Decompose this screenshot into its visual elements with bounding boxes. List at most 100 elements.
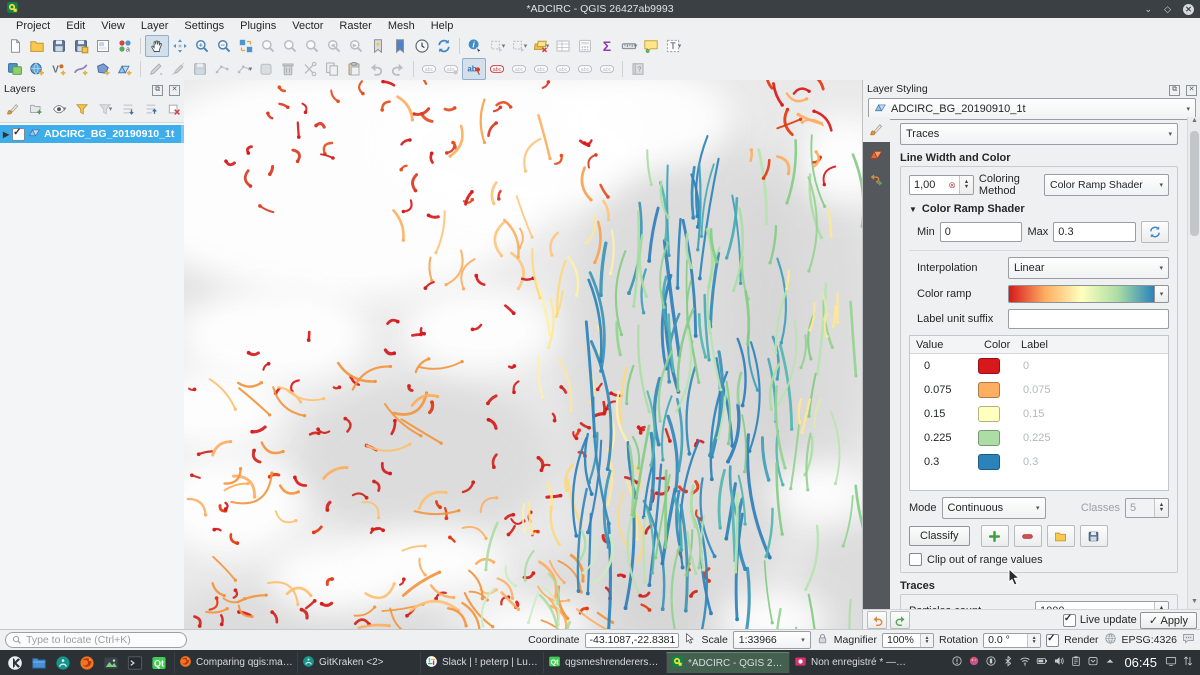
menu-plugins[interactable]: Plugins [232,19,284,33]
clipboard-icon[interactable] [1070,655,1082,670]
select-features-icon[interactable]: ▾ [486,36,508,56]
statistics-icon[interactable]: Σ [596,36,618,56]
ramp-table-row[interactable]: 0.30.3 [910,450,1168,474]
messages-icon[interactable] [1182,632,1195,648]
undock-panel-icon[interactable]: ⧉ [152,85,163,96]
undo-style-button[interactable] [867,611,887,629]
menu-raster[interactable]: Raster [331,19,379,33]
toggle-extents-icon[interactable] [684,632,697,648]
layer-tree-item[interactable]: ▶ ADCIRC_BG_20190910_1t [0,125,184,143]
zoom-native-icon[interactable] [235,36,257,56]
task-button[interactable]: Non enregistré * — Sp... [789,652,912,673]
save-project-as-icon[interactable] [70,36,92,56]
add-vector-layer-icon[interactable] [26,59,48,79]
task-button[interactable]: GitKraken <2> [297,652,420,673]
open-project-icon[interactable] [26,36,48,56]
map-tips-icon[interactable] [640,36,662,56]
task-button[interactable]: Slack | ! peterp | Lutr... [420,652,543,673]
undock-styling-icon[interactable]: ⧉ [1169,85,1180,96]
save-project-icon[interactable] [48,36,70,56]
zoom-next-icon[interactable]: ▸ [345,36,367,56]
kdeconnect-icon[interactable] [985,655,997,670]
network-icon[interactable] [1019,655,1031,670]
undo-icon[interactable] [365,59,387,79]
crs-globe-icon[interactable] [1104,632,1117,648]
ramp-table-row[interactable]: 0.150.15 [910,402,1168,426]
collapse-all-icon[interactable] [140,99,162,119]
task-button[interactable]: Qtqgsmeshrenderersetti... [543,652,666,673]
toggle-labels-icon[interactable]: abc [486,59,508,79]
modify-attributes-icon[interactable] [255,59,277,79]
highlight-pinned-labels-icon[interactable]: ab [462,58,486,80]
label-unit-suffix-input[interactable] [1008,309,1169,329]
zoom-to-selection-icon[interactable] [279,36,301,56]
terminal-launcher-icon[interactable] [125,652,145,673]
remove-layer-icon[interactable] [163,99,185,119]
move-label-icon[interactable]: abc [552,59,574,79]
zoom-to-layer-icon[interactable] [301,36,323,56]
scrollbar-thumb[interactable] [1190,131,1199,236]
ramp-table-row[interactable]: 00 [910,354,1168,378]
expand-all-icon[interactable] [117,99,139,119]
menu-edit[interactable]: Edit [58,19,93,33]
menu-project[interactable]: Project [8,19,58,33]
close-panel-icon[interactable]: ✕ [169,85,180,96]
mode-combo[interactable]: Continuous ▾ [942,497,1046,519]
filter-by-expression-icon[interactable]: ▾ [94,99,116,119]
map-canvas[interactable] [184,80,862,630]
ramp-table-row[interactable]: 0.2250.225 [910,426,1168,450]
line-width-input[interactable]: 1,00 ⊗ ▲▼ [909,175,974,195]
close-icon[interactable]: ✕ [1183,4,1194,15]
pan-to-selection-icon[interactable] [169,36,191,56]
scale-combo[interactable]: 1:33966▾ [733,631,811,649]
locator-search-input[interactable]: Type to locate (Ctrl+K) [5,632,187,648]
clip-out-of-range-checkbox[interactable] [909,553,922,566]
save-color-map-icon[interactable] [1080,525,1108,547]
new-print-layout-icon[interactable] [92,36,114,56]
ramp-items-table[interactable]: Value Color Label 000.0750.0750.150.150.… [909,335,1169,491]
open-layer-styling-icon[interactable] [2,99,24,119]
ramp-dropdown-icon[interactable]: ▾ [1155,285,1169,303]
menu-mesh[interactable]: Mesh [380,19,423,33]
show-bookmarks-icon[interactable] [389,36,411,56]
coordinate-input[interactable]: -43.1087,-22.8381 [585,633,679,648]
show-hide-labels-icon[interactable]: abc [530,59,552,79]
expand-arrow-icon[interactable]: ▶ [3,130,9,139]
tab-history[interactable] [863,167,890,192]
add-group-icon[interactable] [25,99,47,119]
layer-visibility-checkbox[interactable] [12,128,25,141]
add-class-icon[interactable] [981,525,1009,547]
add-mesh-layer-icon[interactable] [114,59,136,79]
classify-button[interactable]: Classify [909,526,970,546]
layer-labeling-icon[interactable]: abc [418,59,440,79]
manage-map-themes-icon[interactable]: ▾ [48,99,70,119]
max-input[interactable]: 0.3 [1053,222,1136,242]
color-swatch[interactable] [978,382,1000,398]
ramp-shader-header[interactable]: ▼ Color Ramp Shader [909,203,1169,215]
reload-minmax-button[interactable] [1141,221,1169,243]
task-button[interactable]: Comparing qgis:mast... [174,652,297,673]
field-calculator-icon[interactable] [574,36,596,56]
menu-vector[interactable]: Vector [284,19,331,33]
menu-settings[interactable]: Settings [176,19,232,33]
color-swatch[interactable] [978,358,1000,374]
maximize-icon[interactable]: ◇ [1164,5,1171,14]
color-ramp-button[interactable]: ▾ [1008,285,1169,303]
temporal-controller-icon[interactable] [411,36,433,56]
vault-icon[interactable] [1087,655,1099,670]
task-button[interactable]: *ADCIRC - QGIS 26427... [666,652,789,673]
refresh-map-icon[interactable] [433,36,455,56]
zoom-out-icon[interactable]: − [213,36,235,56]
new-bookmark-icon[interactable]: ★ [367,36,389,56]
filter-legend-icon[interactable] [71,99,93,119]
color-picker-icon[interactable] [968,655,980,670]
zoom-full-icon[interactable] [257,36,279,56]
coloring-method-combo[interactable]: Color Ramp Shader ▾ [1044,174,1169,196]
toggle-editing-icon[interactable] [167,59,189,79]
clear-value-icon[interactable]: ⊗ [948,180,956,191]
deselect-features-icon[interactable]: ▾ [530,36,552,56]
add-point-layer-icon[interactable]: V [48,59,70,79]
save-edits-icon[interactable] [189,59,211,79]
interpolation-combo[interactable]: Linear ▾ [1008,257,1169,279]
menu-layer[interactable]: Layer [133,19,177,33]
